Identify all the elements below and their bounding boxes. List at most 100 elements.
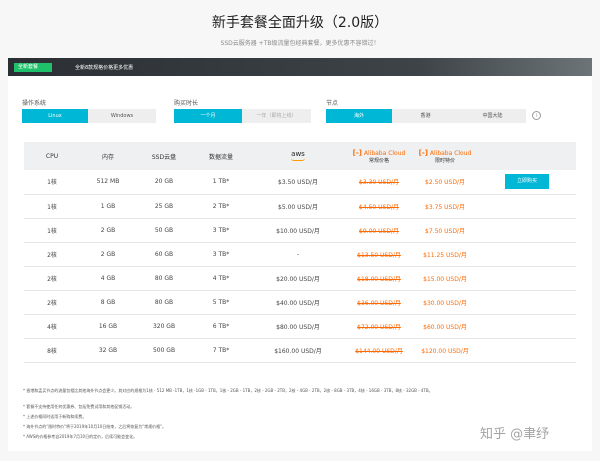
cell-regular-price: $18.00 USD/月: [357, 275, 401, 283]
info-icon[interactable]: i: [532, 111, 541, 120]
table-row: 2核 2 GB 60 GB 3 TB* - $13.50 USD/月 $11.25 USD/…: [24, 242, 576, 267]
cell-cpu-cell: 2核: [24, 242, 80, 267]
duration-label: 购买时长: [174, 100, 199, 107]
cell-memory: 1 GB: [100, 202, 116, 210]
cell-special-price-cell: $3.75 USD/月: [412, 194, 478, 219]
cell-ssd: 20 GB: [154, 178, 174, 186]
cell-traffic: 4 TB*: [212, 274, 230, 282]
cell-aws-price-cell: $40.00 USD/月: [250, 290, 346, 315]
footnote: * 香港和孟买节点的流量包相比其他海外节点会更少。其对应的规格为1核 - 512…: [23, 388, 433, 393]
duration-option-year[interactable]: 一年（即将上线）: [242, 109, 311, 123]
col-alibaba-special: [-] Alibaba Cloud 限时特价: [412, 142, 478, 170]
regular-price-label: 常规价格: [368, 157, 389, 164]
cell-ssd: 25 GB: [154, 202, 174, 210]
cell-cpu-cell: 2核: [24, 266, 80, 291]
cell-aws-price-cell: $10.00 USD/月: [250, 218, 346, 243]
cell-memory-cell: 8 GB: [80, 290, 136, 315]
cell-special-price-cell: $15.00 USD/月: [412, 266, 478, 291]
buy-now-button[interactable]: 立即购买: [505, 174, 549, 190]
region-label: 节点: [326, 100, 339, 107]
cell-regular-price: $72.00 USD/月: [357, 323, 401, 331]
cell-memory: 16 GB: [98, 322, 118, 330]
cell-action: [478, 338, 576, 363]
cell-ssd-cell: 80 GB: [136, 266, 192, 291]
aws-smile-icon: [291, 158, 305, 161]
table-row: 4核 16 GB 320 GB 6 TB* $80.00 USD/月 $72.00 USD…: [24, 314, 576, 339]
banner-tag: 全新套餐: [14, 63, 52, 72]
cell-regular-price-cell: $3.30 USD/月: [346, 170, 412, 195]
alibaba-logo: [-] Alibaba Cloud: [418, 148, 472, 157]
cell-cpu: 2核: [47, 275, 57, 283]
cell-aws-price: $20.00 USD/月: [276, 275, 320, 283]
cell-special-price: $60.00 USD/月: [423, 323, 467, 331]
region-option-mainland[interactable]: 中国大陆: [459, 109, 526, 123]
cell-memory-cell: 512 MB: [80, 170, 136, 195]
cell-aws-price-cell: $80.00 USD/月: [250, 314, 346, 339]
col-cpu: CPU: [24, 142, 80, 170]
cell-cpu-cell: 1核: [24, 170, 80, 195]
cell-special-price-cell: $11.25 USD/月: [412, 242, 478, 267]
cell-regular-price-cell: $144.00 USD/月: [346, 338, 412, 363]
pricing-card: 全新套餐 全新8款规格价格更多优惠 操作系统 Linux Windows 购买时…: [8, 58, 592, 451]
cell-special-price: $11.25 USD/月: [423, 251, 467, 259]
cell-cpu-cell: 2核: [24, 290, 80, 315]
cell-ssd-cell: 25 GB: [136, 194, 192, 219]
region-option-hongkong[interactable]: 香港: [392, 109, 459, 123]
region-option-overseas[interactable]: 海外: [326, 109, 392, 123]
table-row: 1核 512 MB 20 GB 1 TB* $3.50 USD/月 $3.30 USD/月…: [24, 170, 576, 195]
cell-ssd-cell: 80 GB: [136, 290, 192, 315]
cell-aws-price-cell: $5.00 USD/月: [250, 194, 346, 219]
cell-regular-price: $4.50 USD/月: [359, 203, 399, 211]
pricing-table: CPU 内存 SSD云盘 数据流量 aws [-] Alibaba Cloud …: [24, 142, 576, 363]
cell-ssd-cell: 50 GB: [136, 218, 192, 243]
cell-memory-cell: 2 GB: [80, 218, 136, 243]
cell-special-price: $7.50 USD/月: [425, 227, 465, 235]
cell-cpu: 2核: [47, 299, 57, 307]
cell-ssd: 320 GB: [152, 322, 176, 330]
table-header-row: CPU 内存 SSD云盘 数据流量 aws [-] Alibaba Cloud …: [24, 142, 576, 170]
cell-memory: 8 GB: [100, 298, 116, 306]
cell-memory-cell: 4 GB: [80, 266, 136, 291]
os-option-linux[interactable]: Linux: [22, 109, 88, 123]
cell-ssd-cell: 20 GB: [136, 170, 192, 195]
cell-regular-price-cell: $13.50 USD/月: [346, 242, 412, 267]
cell-aws-price-cell: $3.50 USD/月: [250, 170, 346, 195]
alibaba-logo: [-] Alibaba Cloud: [352, 148, 406, 157]
cell-cpu-cell: 8核: [24, 338, 80, 363]
col-traffic: 数据流量: [192, 142, 250, 170]
duration-option-month[interactable]: 一个月: [174, 109, 242, 123]
cell-regular-price: $144.00 USD/月: [355, 347, 403, 355]
cell-action: [478, 218, 576, 243]
cell-action: [478, 194, 576, 219]
table-row: 2核 8 GB 80 GB 5 TB* $40.00 USD/月 $36.00 USD/月…: [24, 290, 576, 315]
cell-regular-price: $13.50 USD/月: [357, 251, 401, 259]
cell-regular-price: $3.30 USD/月: [359, 179, 399, 187]
col-ssd: SSD云盘: [136, 142, 192, 170]
col-aws: aws: [250, 142, 346, 170]
cell-traffic-cell: 3 TB*: [192, 218, 250, 243]
cell-cpu-cell: 1核: [24, 218, 80, 243]
banner-text: 全新8款规格价格更多优惠: [75, 65, 134, 71]
cell-traffic-cell: 3 TB*: [192, 242, 250, 267]
os-option-windows[interactable]: Windows: [88, 109, 156, 123]
cell-traffic: 5 TB*: [212, 298, 230, 306]
cell-regular-price-cell: $18.00 USD/月: [346, 266, 412, 291]
cell-aws-price: $160.00 USD/月: [274, 347, 322, 355]
cell-traffic: 3 TB*: [212, 250, 230, 258]
cell-aws-price: $10.00 USD/月: [276, 227, 320, 235]
cell-regular-price-cell: $9.00 USD/月: [346, 218, 412, 243]
cell-aws-price-cell: $20.00 USD/月: [250, 266, 346, 291]
cell-cpu-cell: 1核: [24, 194, 80, 219]
cell-aws-price: -: [296, 250, 300, 258]
cell-aws-price-cell: -: [250, 242, 346, 267]
cell-traffic: 3 TB*: [212, 226, 230, 234]
cell-cpu: 2核: [47, 251, 57, 259]
cell-ssd: 80 GB: [154, 274, 174, 282]
cell-special-price: $30.00 USD/月: [423, 299, 467, 307]
cell-memory: 2 GB: [100, 226, 116, 234]
cell-ssd: 500 GB: [152, 346, 176, 354]
cell-cpu: 4核: [47, 323, 57, 331]
cell-cpu-cell: 4核: [24, 314, 80, 339]
cell-special-price: $2.50 USD/月: [425, 179, 465, 187]
os-selector: Linux Windows: [22, 109, 156, 123]
